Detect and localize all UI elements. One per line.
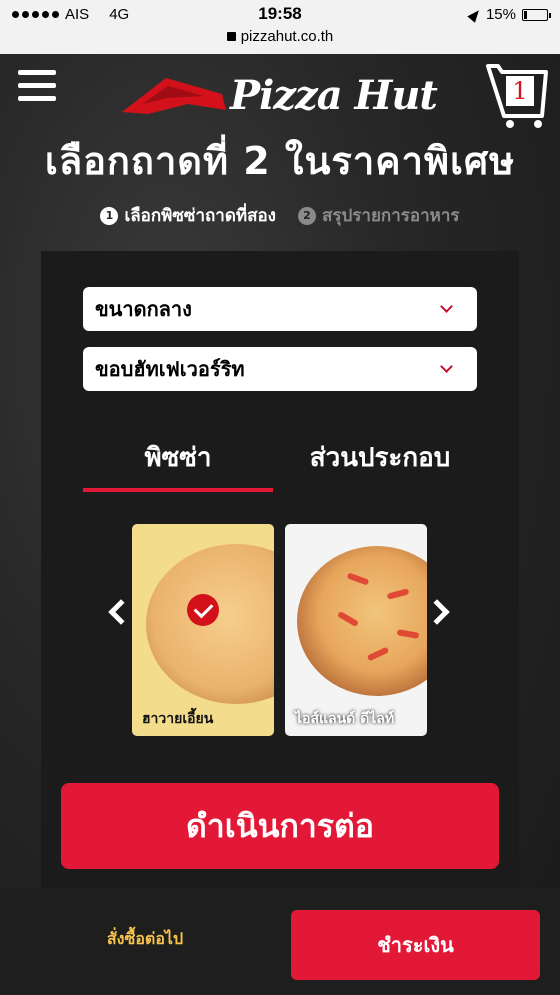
tab-bar: พิซซ่า ส่วนประกอบ	[83, 436, 477, 496]
url-text: pizzahut.co.th	[240, 28, 334, 45]
size-select-value: ขนาดกลาง	[95, 297, 192, 321]
size-select[interactable]: ขนาดกลาง	[83, 287, 477, 331]
step-2-number: 2	[297, 206, 316, 225]
pizza-name: ไอส์แลนด์ ดีไลท์	[295, 711, 395, 727]
location-arrow-icon	[467, 6, 483, 23]
step-1-number: 1	[100, 206, 119, 225]
battery-info: 15%	[467, 6, 551, 23]
pizza-hut-logo[interactable]: Pizza Hut	[118, 70, 448, 122]
tab-ingredients[interactable]: ส่วนประกอบ	[283, 436, 477, 492]
crust-select[interactable]: ขอบฮัทเฟเวอร์ริท	[83, 347, 477, 391]
pizza-name: ฮาวายเอี้ยน	[142, 711, 214, 727]
continue-button[interactable]: ดำเนินการต่อ	[61, 783, 499, 869]
crust-select-value: ขอบฮัทเฟเวอร์ริท	[95, 357, 245, 381]
chevron-down-icon	[440, 300, 453, 313]
brand-wordmark: Pizza Hut	[230, 72, 438, 119]
url-bar[interactable]: pizzahut.co.th	[0, 28, 560, 45]
step-indicator: 1 เลือกพิซซ่าถาดที่สอง 2 สรุปรายการอาหาร	[0, 202, 560, 229]
step-2-label: สรุปรายการอาหาร	[321, 206, 460, 226]
cart-count-badge: 1	[506, 76, 534, 106]
pizza-card-hawaiian[interactable]: ฮาวายเอี้ยน	[132, 524, 274, 736]
step-1: 1 เลือกพิซซ่าถาดที่สอง	[100, 202, 276, 229]
chevron-down-icon	[440, 360, 453, 373]
hamburger-menu-icon[interactable]	[18, 70, 56, 104]
status-bar: AIS 4G 19:58 pizzahut.co.th 15%	[0, 0, 560, 54]
pizza-hut-roof-icon	[122, 78, 226, 114]
tab-pizza[interactable]: พิซซ่า	[83, 436, 273, 492]
battery-icon	[522, 8, 551, 21]
selected-check-icon	[187, 594, 219, 626]
step-2: 2 สรุปรายการอาหาร	[297, 202, 460, 229]
pizza-image	[297, 546, 427, 696]
pizza-card-island-delight[interactable]: ไอส์แลนด์ ดีไลท์	[285, 524, 427, 736]
cart-icon[interactable]: 1	[486, 60, 550, 130]
checkout-button[interactable]: ชำระเงิน	[291, 910, 540, 980]
battery-percent: 15%	[485, 6, 516, 23]
step-1-label: เลือกพิซซ่าถาดที่สอง	[124, 206, 276, 226]
page-title: เลือกถาดที่ 2 ในราคาพิเศษ	[44, 139, 516, 183]
lock-icon	[226, 32, 236, 41]
continue-shopping-link[interactable]: สั่งซื้อต่อไป	[60, 927, 230, 952]
